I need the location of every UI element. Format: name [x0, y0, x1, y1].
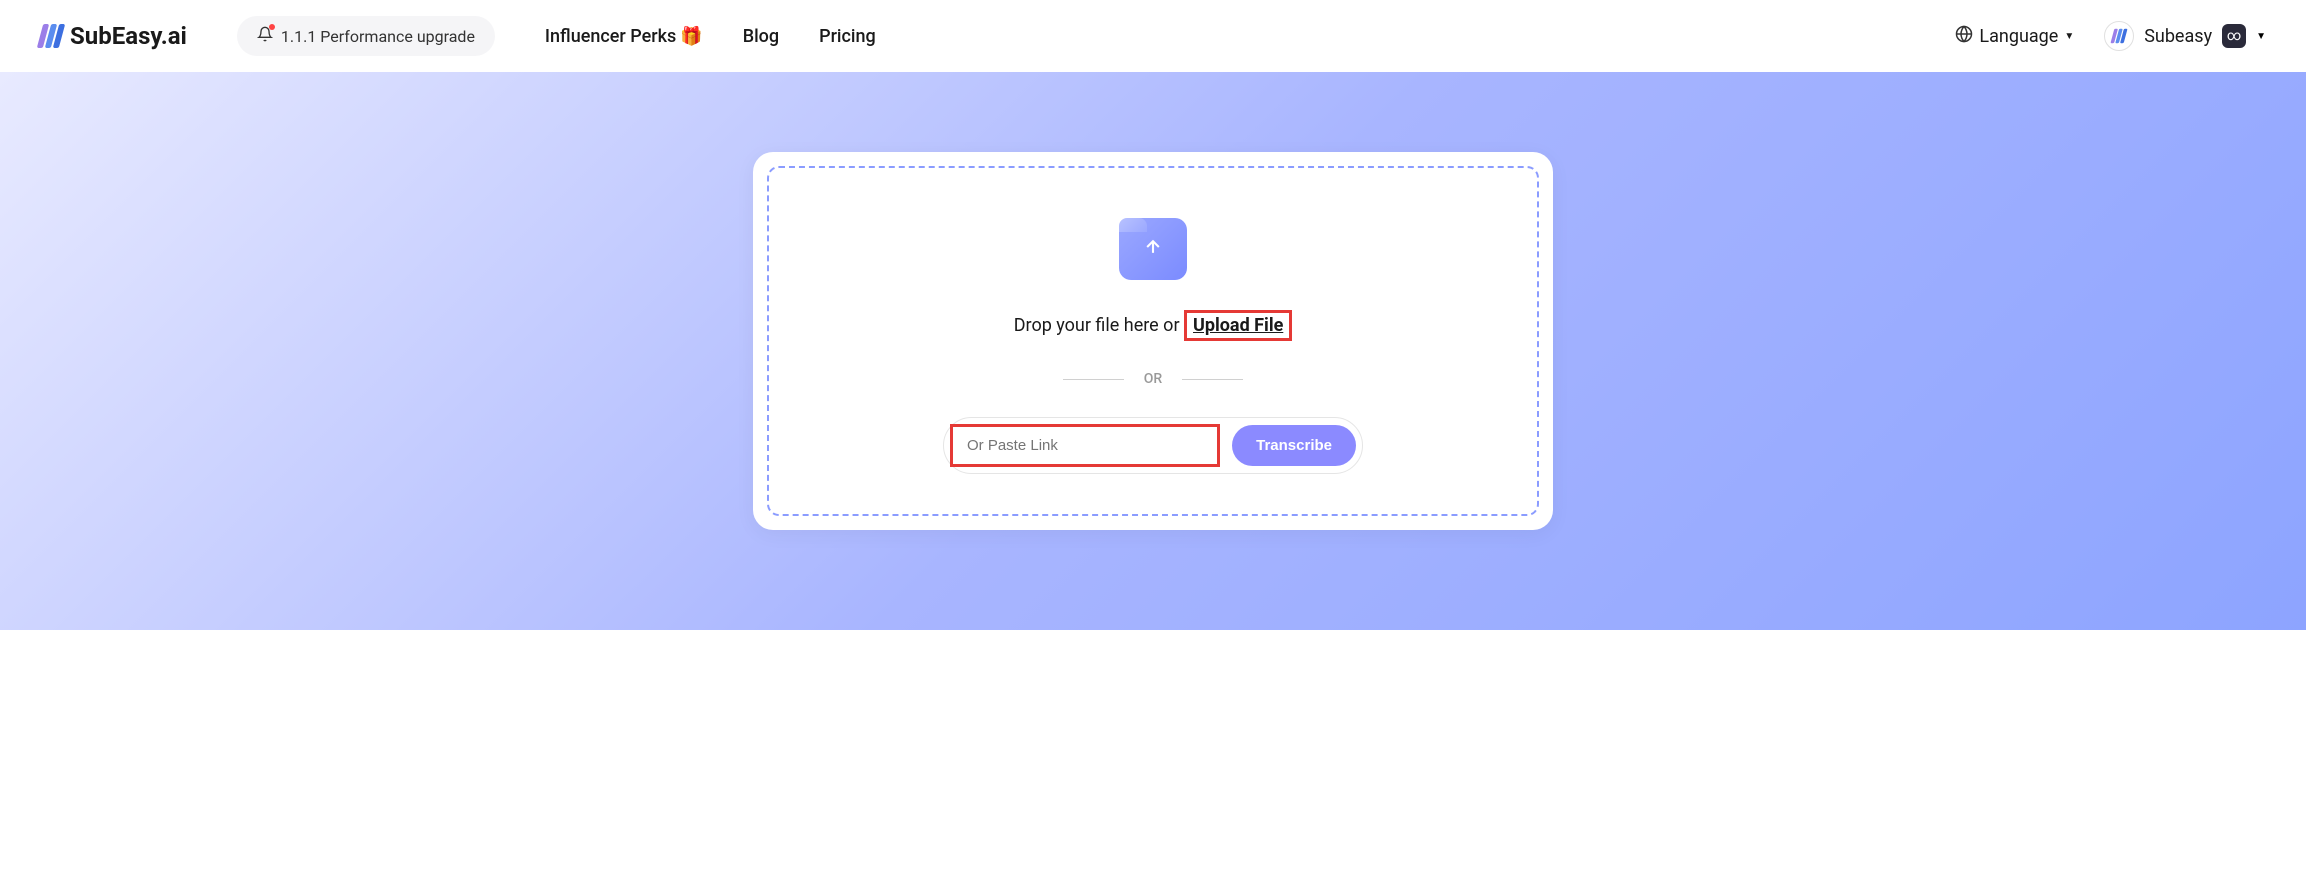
nav-pricing-label: Pricing: [819, 26, 876, 47]
drop-text: Drop your file here or: [1014, 315, 1184, 336]
or-label: OR: [1144, 371, 1162, 387]
bell-icon: [257, 26, 273, 46]
user-menu[interactable]: Subeasy ∞ ▼: [2104, 21, 2266, 51]
upload-text: Drop your file here or Upload File: [1014, 310, 1293, 341]
nav-links: Influencer Perks 🎁 Blog Pricing: [545, 26, 876, 47]
upload-dropzone[interactable]: Drop your file here or Upload File OR Tr…: [767, 166, 1539, 516]
nav-blog-label: Blog: [743, 26, 779, 47]
logo-icon: [40, 24, 62, 48]
upgrade-text: 1.1.1 Performance upgrade: [281, 27, 475, 46]
nav-pricing[interactable]: Pricing: [819, 26, 876, 47]
nav-blog[interactable]: Blog: [743, 26, 779, 47]
upload-folder-icon: [1119, 218, 1187, 280]
upload-file-link[interactable]: Upload File: [1184, 310, 1292, 341]
logo[interactable]: SubEasy.ai: [40, 22, 187, 50]
or-divider: OR: [1063, 371, 1243, 387]
upload-card: Drop your file here or Upload File OR Tr…: [753, 152, 1553, 530]
nav-influencer-perks[interactable]: Influencer Perks 🎁: [545, 26, 703, 47]
header-right: Language ▼ Subeasy ∞ ▼: [1955, 21, 2266, 51]
language-selector[interactable]: Language ▼: [1955, 25, 2074, 48]
hero-section: Drop your file here or Upload File OR Tr…: [0, 72, 2306, 630]
chevron-down-icon: ▼: [2064, 31, 2074, 42]
user-name: Subeasy: [2144, 26, 2212, 47]
header: SubEasy.ai 1.1.1 Performance upgrade Inf…: [0, 0, 2306, 72]
nav-influencer-perks-label: Influencer Perks: [545, 26, 676, 47]
logo-text: SubEasy.ai: [70, 22, 187, 50]
user-badge: ∞: [2222, 24, 2246, 48]
link-input-wrapper: [950, 424, 1220, 467]
paste-link-input[interactable]: [953, 427, 1217, 464]
globe-icon: [1955, 25, 1973, 48]
language-label: Language: [1979, 26, 2058, 47]
upload-arrow-icon: [1143, 237, 1163, 262]
user-avatar: [2104, 21, 2134, 51]
chevron-down-icon: ▼: [2256, 31, 2266, 42]
gift-icon: 🎁: [680, 26, 702, 47]
transcribe-button[interactable]: Transcribe: [1232, 425, 1356, 466]
link-input-row: Transcribe: [943, 417, 1363, 474]
upgrade-announcement[interactable]: 1.1.1 Performance upgrade: [237, 16, 495, 56]
